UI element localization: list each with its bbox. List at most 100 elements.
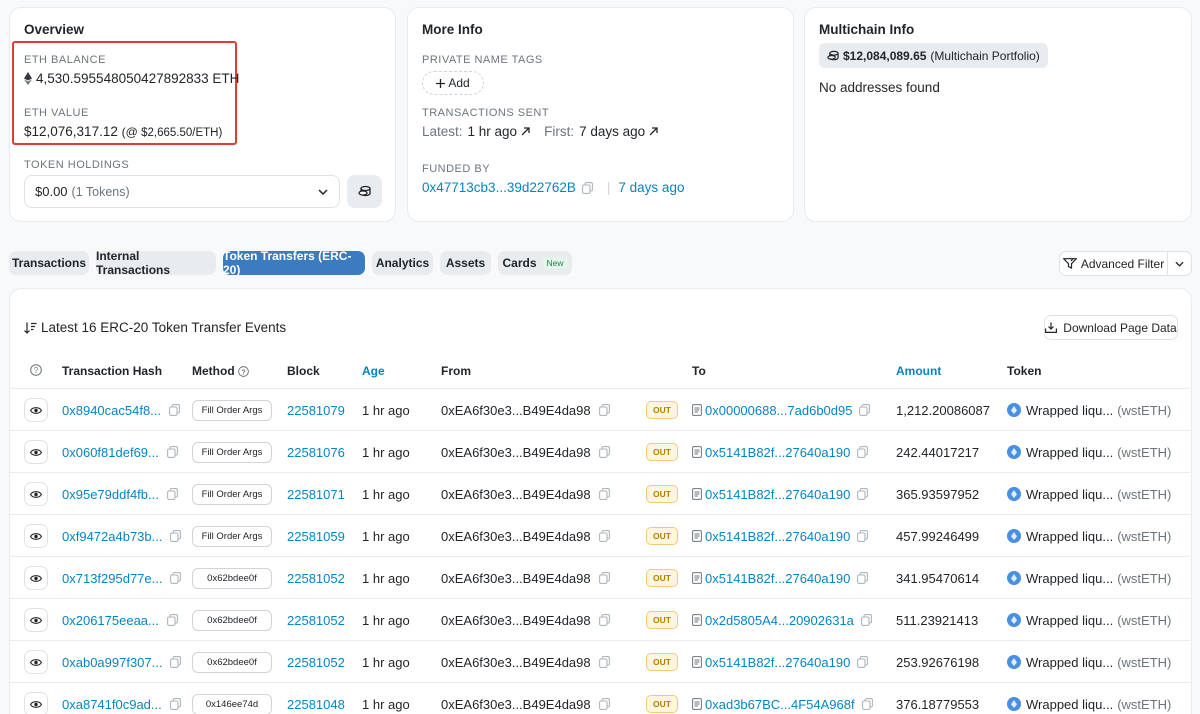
copy-icon[interactable] xyxy=(859,404,871,416)
transaction-hash-link[interactable]: 0x713f295d77e... xyxy=(62,571,162,586)
copy-icon[interactable] xyxy=(170,656,182,668)
copy-icon[interactable] xyxy=(857,446,869,458)
to-address-link[interactable]: 0x5141B82f...27640a190 xyxy=(705,655,850,670)
from-address-link[interactable]: 0xEA6f30e3...B49E4da98 xyxy=(441,697,591,712)
transaction-hash-link[interactable]: 0x95e79ddf4fb... xyxy=(62,487,159,502)
tab-internal-transactions[interactable]: Internal Transactions xyxy=(96,249,216,277)
from-address-link[interactable]: 0xEA6f30e3...B49E4da98 xyxy=(441,613,591,628)
block-link[interactable]: 22581071 xyxy=(287,487,345,502)
block-link[interactable]: 22581052 xyxy=(287,655,345,670)
from-address-link[interactable]: 0xEA6f30e3...B49E4da98 xyxy=(441,403,591,418)
eye-icon xyxy=(30,574,42,582)
preview-button[interactable] xyxy=(24,692,48,714)
to-address-link[interactable]: 0x5141B82f...27640a190 xyxy=(705,445,850,460)
copy-icon[interactable] xyxy=(598,572,610,584)
token-name-link[interactable]: Wrapped liqu... xyxy=(1026,571,1113,586)
copy-icon[interactable] xyxy=(598,446,610,458)
arrow-up-right-icon[interactable] xyxy=(521,127,530,136)
from-address-link[interactable]: 0xEA6f30e3...B49E4da98 xyxy=(441,445,591,460)
first-tx-link[interactable]: 7 days ago xyxy=(579,124,645,139)
column-header-amount[interactable]: Amount xyxy=(896,364,941,378)
preview-button[interactable] xyxy=(24,608,48,632)
tab-transactions[interactable]: Transactions xyxy=(9,251,89,275)
multichain-portfolio-button[interactable]: $12,084,089.65 (Multichain Portfolio) xyxy=(819,43,1048,68)
copy-icon[interactable] xyxy=(857,530,869,542)
copy-icon[interactable] xyxy=(166,446,178,458)
copy-icon[interactable] xyxy=(170,530,182,542)
transaction-hash-link[interactable]: 0x060f81def69... xyxy=(62,445,159,460)
preview-button[interactable] xyxy=(24,398,48,422)
transaction-hash-link[interactable]: 0xa8741f0c9ad... xyxy=(62,697,162,712)
token-wallet-button[interactable] xyxy=(347,175,382,208)
copy-icon[interactable] xyxy=(598,488,610,500)
tab-token-transfers[interactable]: Token Transfers (ERC-20) xyxy=(223,249,365,277)
block-link[interactable]: 22581076 xyxy=(287,445,345,460)
download-page-data-button[interactable]: Download Page Data xyxy=(1044,315,1178,340)
add-tag-button[interactable]: Add xyxy=(422,71,484,95)
token-name-link[interactable]: Wrapped liqu... xyxy=(1026,487,1113,502)
copy-icon[interactable] xyxy=(166,614,178,626)
copy-icon[interactable] xyxy=(861,698,873,710)
copy-icon[interactable] xyxy=(170,572,182,584)
to-address-link[interactable]: 0x5141B82f...27640a190 xyxy=(705,571,850,586)
eth-diamond-icon xyxy=(24,72,32,85)
help-circle-icon[interactable]: ? xyxy=(237,365,249,377)
from-address-link[interactable]: 0xEA6f30e3...B49E4da98 xyxy=(441,529,591,544)
copy-icon[interactable] xyxy=(860,614,872,626)
token-name-link[interactable]: Wrapped liqu... xyxy=(1026,445,1113,460)
preview-button[interactable] xyxy=(24,524,48,548)
copy-icon[interactable] xyxy=(857,488,869,500)
copy-icon[interactable] xyxy=(598,614,610,626)
block-link[interactable]: 22581052 xyxy=(287,613,345,628)
from-address-link[interactable]: 0xEA6f30e3...B49E4da98 xyxy=(441,655,591,670)
token-name-link[interactable]: Wrapped liqu... xyxy=(1026,655,1113,670)
preview-button[interactable] xyxy=(24,482,48,506)
help-circle-icon[interactable]: ? xyxy=(30,364,42,376)
token-name-link[interactable]: Wrapped liqu... xyxy=(1026,613,1113,628)
copy-icon[interactable] xyxy=(169,698,181,710)
copy-icon[interactable] xyxy=(598,530,610,542)
block-link[interactable]: 22581059 xyxy=(287,529,345,544)
copy-icon[interactable] xyxy=(581,181,593,194)
from-address-link[interactable]: 0xEA6f30e3...B49E4da98 xyxy=(441,487,591,502)
from-address-link[interactable]: 0xEA6f30e3...B49E4da98 xyxy=(441,571,591,586)
column-header-age[interactable]: Age xyxy=(362,364,385,378)
preview-button[interactable] xyxy=(24,566,48,590)
preview-button[interactable] xyxy=(24,440,48,464)
preview-button[interactable] xyxy=(24,650,48,674)
method-badge: 0x62bdee0f xyxy=(192,651,272,673)
tab-assets[interactable]: Assets xyxy=(440,251,491,275)
token-holdings-dropdown[interactable]: $0.00 (1 Tokens) xyxy=(24,175,340,208)
block-link[interactable]: 22581052 xyxy=(287,571,345,586)
copy-icon[interactable] xyxy=(598,404,610,416)
transaction-hash-link[interactable]: 0x8940cac54f8... xyxy=(62,403,161,418)
copy-icon[interactable] xyxy=(169,404,180,416)
copy-icon[interactable] xyxy=(857,572,869,584)
block-link[interactable]: 22581079 xyxy=(287,403,345,418)
to-address-link[interactable]: 0x00000688...7ad6b0d95 xyxy=(705,403,852,418)
transaction-hash-link[interactable]: 0xab0a997f307... xyxy=(62,655,162,670)
latest-tx-link[interactable]: 1 hr ago xyxy=(468,124,518,139)
transaction-hash-link[interactable]: 0x206175eeaa... xyxy=(62,613,159,628)
tab-cards[interactable]: Cards New xyxy=(498,251,572,275)
copy-icon[interactable] xyxy=(166,488,178,500)
to-address-link[interactable]: 0xad3b67BC...4F54A968f xyxy=(705,697,855,712)
token-name-link[interactable]: Wrapped liqu... xyxy=(1026,529,1113,544)
cell-age: 1 hr ago xyxy=(362,683,410,714)
arrow-up-right-icon[interactable] xyxy=(649,127,658,136)
token-name-link[interactable]: Wrapped liqu... xyxy=(1026,403,1113,418)
copy-icon[interactable] xyxy=(857,656,869,668)
to-address-link[interactable]: 0x5141B82f...27640a190 xyxy=(705,529,850,544)
transaction-hash-link[interactable]: 0xf9472a4b73b... xyxy=(62,529,162,544)
copy-icon[interactable] xyxy=(598,656,610,668)
funded-by-age-link[interactable]: 7 days ago xyxy=(618,180,684,195)
to-address-link[interactable]: 0x5141B82f...27640a190 xyxy=(705,487,850,502)
tab-analytics[interactable]: Analytics xyxy=(372,251,433,275)
funded-by-address-link[interactable]: 0x47713cb3...39d22762B xyxy=(422,180,576,195)
token-name-link[interactable]: Wrapped liqu... xyxy=(1026,697,1113,712)
to-address-link[interactable]: 0x2d5805A4...20902631a xyxy=(705,613,854,628)
advanced-filter-dropdown[interactable] xyxy=(1167,251,1192,276)
block-link[interactable]: 22581048 xyxy=(287,697,345,712)
copy-icon[interactable] xyxy=(598,698,610,710)
advanced-filter-button[interactable]: Advanced Filter xyxy=(1059,251,1168,276)
